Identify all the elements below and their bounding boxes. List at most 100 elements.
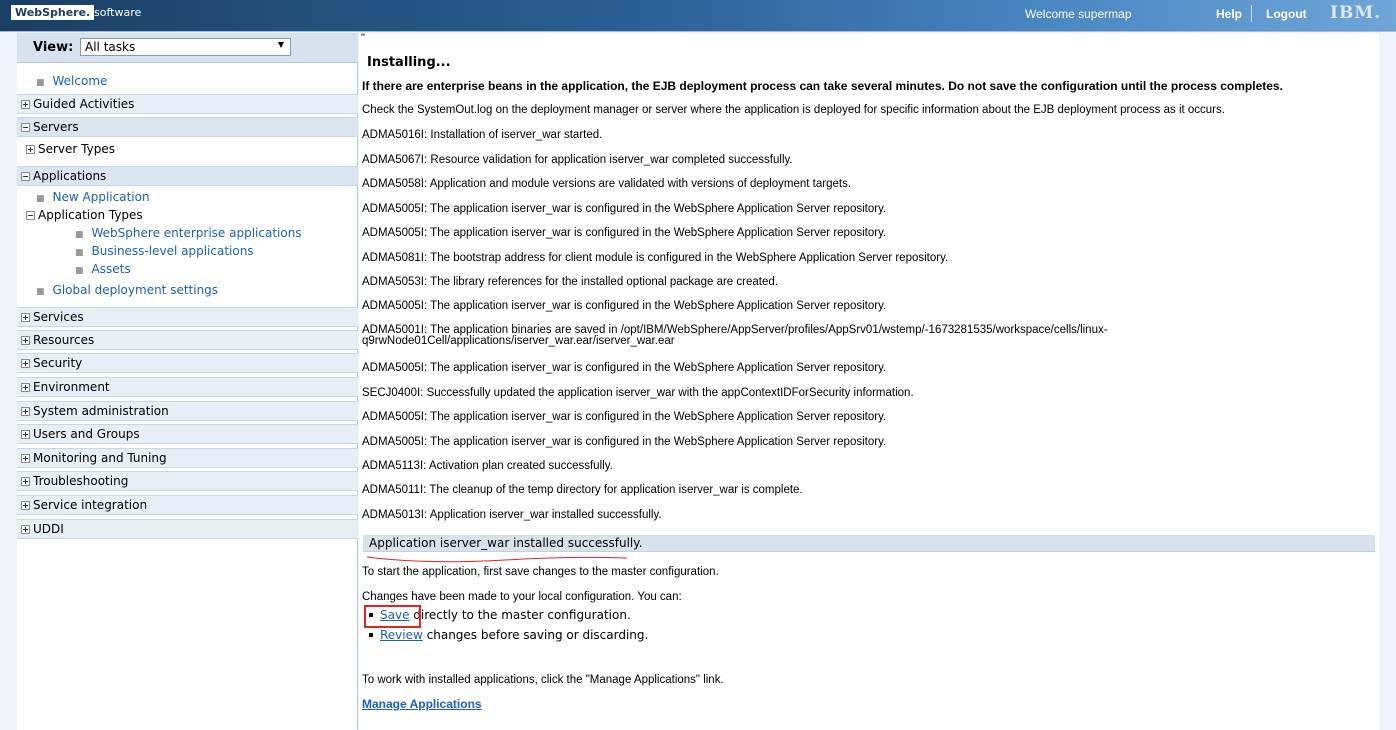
log-message: ADMA5013I: Application iserver_war insta… — [362, 509, 662, 521]
logout-link[interactable]: Logout — [1266, 7, 1307, 21]
nav-applications-label: Applications — [33, 169, 107, 183]
main-content: " Installing... If there are enterprise … — [359, 32, 1379, 730]
nav-troubleshooting-label: Troubleshooting — [33, 474, 129, 488]
log-message: ADMA5067I: Resource validation for appli… — [362, 154, 793, 166]
nav-security-label: Security — [33, 356, 83, 370]
nav-new-application[interactable]: ■ New Application — [36, 190, 150, 204]
nav-system-admin-label: System administration — [33, 404, 169, 418]
nav-environment-label: Environment — [33, 380, 110, 394]
nav-resources[interactable]: Resources — [17, 330, 358, 350]
nav-applications[interactable]: Applications — [17, 166, 358, 186]
nav-business-level-label: Business-level applications — [91, 244, 254, 258]
nav-service-integration[interactable]: Service integration — [17, 495, 358, 515]
welcome-user: Welcome supermap — [1025, 7, 1132, 21]
expand-icon — [21, 336, 30, 345]
nav-guided-activities[interactable]: Guided Activities — [17, 94, 358, 114]
view-select-value: All tasks — [85, 40, 136, 54]
review-description: changes before saving or discarding. — [422, 628, 649, 642]
chevron-down-icon — [278, 42, 284, 48]
nav-monitoring-and-tuning[interactable]: Monitoring and Tuning — [17, 448, 358, 468]
nav-assets[interactable]: ■ Assets — [75, 262, 131, 276]
bullet-icon: ■ — [75, 248, 84, 258]
nav-global-deployment-label: Global deployment settings — [52, 283, 219, 297]
expand-icon — [21, 407, 30, 416]
ibm-logo: IBM. — [1330, 3, 1382, 23]
nav-troubleshooting[interactable]: Troubleshooting — [17, 471, 358, 491]
nav-global-deployment-settings[interactable]: ■ Global deployment settings — [36, 283, 218, 297]
log-message: ADMA5005I: The application iserver_war i… — [362, 227, 887, 239]
nav-security[interactable]: Security — [17, 353, 358, 373]
expand-icon — [21, 313, 30, 322]
expand-icon — [21, 525, 30, 534]
bullet-icon: ■ — [36, 78, 45, 88]
nav-server-types-label: Server Types — [38, 142, 115, 156]
nav-resources-label: Resources — [33, 333, 95, 347]
nav-new-application-label: New Application — [52, 190, 150, 204]
log-message: ADMA5058I: Application and module versio… — [362, 178, 852, 190]
nav-services[interactable]: Services — [17, 307, 358, 327]
view-label: View: — [33, 40, 74, 55]
collapse-icon — [21, 123, 30, 132]
collapse-icon — [26, 211, 35, 220]
review-list-item: Review changes before saving or discardi… — [369, 628, 648, 642]
bullet-icon: ■ — [75, 266, 84, 276]
success-banner: Application iserver_war installed succes… — [363, 535, 1375, 552]
expand-icon — [21, 430, 30, 439]
log-message: ADMA5081I: The bootstrap address for cli… — [362, 252, 949, 264]
collapse-icon — [21, 172, 30, 181]
save-description: directly to the master configuration. — [409, 608, 631, 622]
nav-application-types-label: Application Types — [38, 208, 143, 222]
log-message: ADMA5005I: The application iserver_war i… — [362, 436, 887, 448]
red-annotation-underline — [366, 556, 628, 563]
expand-icon — [21, 100, 30, 109]
expand-icon — [21, 383, 30, 392]
save-highlight-box — [364, 605, 421, 628]
nav-server-types[interactable]: Server Types — [26, 142, 115, 156]
bullet-icon: ■ — [36, 287, 45, 297]
log-message: ADMA5005I: The application iserver_war i… — [362, 203, 887, 215]
expand-icon — [21, 477, 30, 486]
ejb-warning: If there are enterprise beans in the app… — [362, 79, 1283, 93]
help-link[interactable]: Help — [1216, 7, 1242, 21]
websphere-logo: WebSphere. — [11, 5, 95, 20]
stray-quote: " — [361, 32, 365, 44]
navigation-panel: View: All tasks ■ Welcome Guided Activiti… — [17, 33, 358, 730]
view-select[interactable]: All tasks — [80, 38, 291, 56]
success-message: Application iserver_war installed succes… — [369, 536, 643, 550]
nav-uddi[interactable]: UDDI — [17, 519, 358, 539]
nav-service-integration-label: Service integration — [33, 498, 148, 512]
nav-environment[interactable]: Environment — [17, 377, 358, 397]
page-title: Installing... — [367, 55, 451, 70]
expand-icon — [21, 501, 30, 510]
log-message: ADMA5005I: The application iserver_war i… — [362, 362, 887, 374]
nav-servers[interactable]: Servers — [17, 117, 358, 137]
log-message: ADMA5113I: Activation plan created succe… — [362, 460, 613, 472]
expand-icon — [21, 359, 30, 368]
expand-icon — [26, 145, 35, 154]
nav-application-types[interactable]: Application Types — [26, 208, 143, 222]
nav-services-label: Services — [33, 310, 84, 324]
log-message: ADMA5016I: Installation of iserver_war s… — [362, 129, 603, 141]
nav-business-level-apps[interactable]: ■ Business-level applications — [75, 244, 254, 258]
log-message: ADMA5005I: The application iserver_war i… — [362, 411, 887, 423]
bullet-icon — [369, 633, 373, 637]
review-link[interactable]: Review — [380, 628, 423, 642]
log-message: ADMA5053I: The library references for th… — [362, 276, 778, 288]
nav-monitoring-label: Monitoring and Tuning — [33, 451, 167, 465]
software-label: software — [94, 6, 142, 19]
nav-system-administration[interactable]: System administration — [17, 401, 358, 421]
manage-hint: To work with installed applications, cli… — [362, 674, 724, 686]
log-message: ADMA5005I: The application iserver_war i… — [362, 300, 887, 312]
log-message: ADMA5001I: The application binaries are … — [362, 324, 1108, 347]
changes-made-text: Changes have been made to your local con… — [362, 591, 682, 603]
log-message: SECJ0400I: Successfully updated the appl… — [362, 387, 914, 399]
start-hint: To start the application, first save cha… — [362, 566, 719, 578]
nav-users-and-groups[interactable]: Users and Groups — [17, 424, 358, 444]
view-selector-row: View: All tasks — [17, 33, 358, 63]
manage-applications-link[interactable]: Manage Applications — [362, 697, 482, 711]
nav-guided-label: Guided Activities — [33, 97, 135, 111]
nav-uddi-label: UDDI — [33, 522, 64, 536]
log-message: ADMA5011I: The cleanup of the temp direc… — [362, 484, 803, 496]
nav-welcome-link[interactable]: ■ Welcome — [36, 74, 107, 88]
nav-websphere-enterprise-apps[interactable]: ■ WebSphere enterprise applications — [75, 226, 302, 240]
